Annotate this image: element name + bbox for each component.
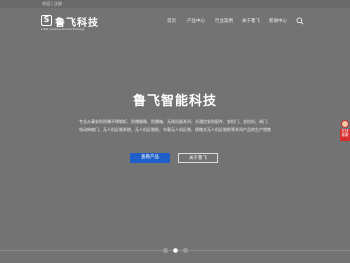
nav-item-about[interactable]: 关于鲁飞	[242, 18, 260, 24]
site-header: S 鲁飞科技 Lufei science and technology 首页 产…	[0, 9, 350, 35]
site-logo[interactable]: S 鲁飞科技 Lufei science and technology	[41, 14, 101, 32]
hero-title: 鲁飞智能科技	[132, 94, 217, 109]
search-icon[interactable]	[296, 17, 304, 25]
online-service-widget[interactable]: 在线客服	[340, 120, 350, 142]
hero-description-line-1: 专业从事安防防爆不锈钢柜、防爆摄像、防爆箱、无线机器系列、光通信安防配件、安检门…	[79, 119, 271, 124]
nav-item-products[interactable]: 产品中心	[187, 18, 205, 24]
carousel-dot-2[interactable]	[173, 248, 178, 253]
logo-subtitle: Lufei science and technology	[41, 27, 85, 31]
welcome-text[interactable]: 欢迎 | 注册	[42, 1, 62, 7]
shield-s-icon: S	[41, 15, 52, 26]
top-bar: 欢迎 | 注册	[0, 0, 350, 8]
online-service-label: 在线客服	[340, 129, 350, 141]
about-us-button[interactable]: 关于鲁飞	[178, 153, 218, 163]
hero-description-line-2: 电动伸缩门、无人机反制系统、无人机反制枪、车载无人机反制、便携式无人机反制枪等系…	[79, 127, 271, 132]
carousel-dot-1[interactable]	[163, 248, 168, 253]
carousel-dot-3[interactable]	[183, 248, 188, 253]
nav-item-news[interactable]: 新闻中心	[269, 18, 287, 24]
view-products-button[interactable]: 查看产品	[130, 153, 170, 163]
avatar-icon	[341, 120, 349, 128]
nav-item-home[interactable]: 首页	[167, 18, 176, 24]
hero-description: 专业从事安防防爆不锈钢柜、防爆摄像、防爆箱、无线机器系列、光通信安防配件、安检门…	[70, 118, 280, 134]
nav-item-cases[interactable]: 行业案例	[215, 18, 233, 24]
